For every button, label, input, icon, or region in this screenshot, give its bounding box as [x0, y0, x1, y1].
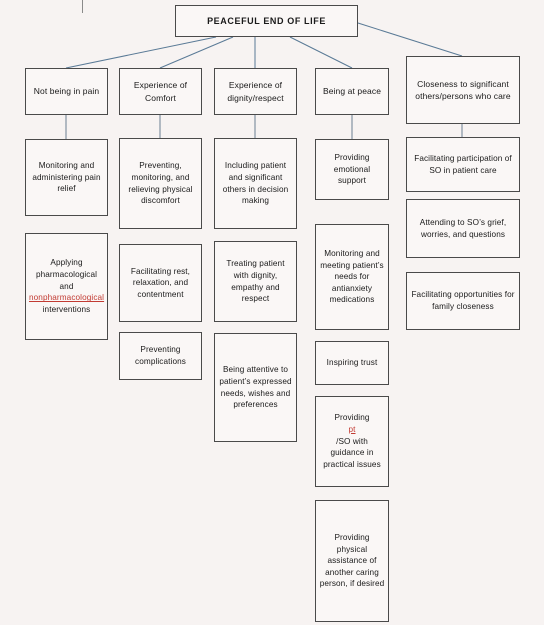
node-preventing-monitoring-relieving: Preventing, monitoring, and relieving ph… — [119, 138, 202, 229]
page-artifact-tick — [82, 0, 83, 13]
node-label: Being at peace — [322, 86, 382, 97]
node-label: Including patient and significant others… — [222, 161, 289, 206]
node-label: Facilitating rest, relaxation, and conte… — [130, 266, 191, 299]
node-providing-emotional-support: Providing emotional support — [315, 139, 389, 200]
node-label: Being attentive to patient’s expressed n… — [219, 365, 292, 410]
node-label: Applying pharmacological and nonpharmaco… — [29, 257, 104, 315]
node-label: Monitoring and meeting patient’s needs f… — [320, 248, 384, 305]
node-label: Facilitating opportunities for family cl… — [411, 290, 515, 311]
node-label: Experience of Comfort — [133, 80, 188, 103]
node-label-pre: Providing — [334, 413, 370, 423]
node-inspiring-trust: Inspiring trust — [315, 341, 389, 385]
node-including-patient-decision: Including patient and significant others… — [214, 138, 297, 229]
node-being-at-peace: Being at peace — [315, 68, 389, 115]
node-label: Providing emotional support — [333, 153, 371, 186]
node-providing-guidance: Providing pt/SO with guidance in practic… — [315, 396, 389, 487]
node-not-being-in-pain: Not being in pain — [25, 68, 108, 115]
node-attending-so-grief: Attending to SO’s grief, worries, and qu… — [406, 199, 520, 258]
node-providing-physical-assistance: Providing physical assistance of another… — [315, 500, 389, 622]
node-facilitating-participation-so: Facilitating participation of SO in pati… — [406, 137, 520, 192]
node-monitoring-antianxiety: Monitoring and meeting patient’s needs f… — [315, 224, 389, 330]
node-label: Providing physical assistance of another… — [319, 532, 385, 589]
node-label-post: interventions — [42, 304, 91, 314]
node-label: Not being in pain — [33, 86, 100, 97]
node-label: PEACEFUL END OF LIFE — [207, 15, 326, 26]
node-peaceful-end-of-life: PEACEFUL END OF LIFE — [175, 5, 358, 37]
node-applying-pharmacological: Applying pharmacological and nonpharmaco… — [25, 233, 108, 340]
node-label: Monitoring and administering pain relief — [32, 161, 101, 194]
node-label: Attending to SO’s grief, worries, and qu… — [419, 217, 507, 239]
node-label: Inspiring trust — [326, 358, 378, 368]
diagram-canvas: PEACEFUL END OF LIFE Not being in pain M… — [0, 0, 544, 625]
node-label-pre: Applying pharmacological and — [35, 258, 98, 291]
node-label-misspelled: nonpharmacological — [29, 293, 105, 303]
node-treating-with-dignity: Treating patient with dignity, empathy a… — [214, 241, 297, 322]
node-label: Facilitating participation of SO in pati… — [414, 153, 512, 175]
node-facilitating-rest: Facilitating rest, relaxation, and conte… — [119, 244, 202, 322]
node-monitoring-pain-relief: Monitoring and administering pain relief — [25, 139, 108, 216]
node-facilitating-family-closeness: Facilitating opportunities for family cl… — [406, 272, 520, 330]
node-being-attentive: Being attentive to patient’s expressed n… — [214, 333, 297, 442]
node-label: Treating patient with dignity, empathy a… — [226, 259, 285, 304]
node-experience-of-comfort: Experience of Comfort — [119, 68, 202, 115]
node-label: Experience of dignity/respect — [227, 80, 284, 103]
node-closeness-to-significant-others: Closeness to significant others/persons … — [406, 56, 520, 124]
node-label: Closeness to significant others/persons … — [415, 78, 511, 101]
node-label-post: /SO with guidance in practical issues — [323, 436, 381, 469]
node-label: Preventing, monitoring, and relieving ph… — [128, 161, 193, 206]
node-label-misspelled: pt — [348, 425, 356, 435]
node-experience-of-dignity-respect: Experience of dignity/respect — [214, 68, 297, 115]
node-label: Providing pt/SO with guidance in practic… — [319, 412, 385, 470]
node-preventing-complications: Preventing complications — [119, 332, 202, 380]
node-label: Preventing complications — [135, 345, 186, 366]
